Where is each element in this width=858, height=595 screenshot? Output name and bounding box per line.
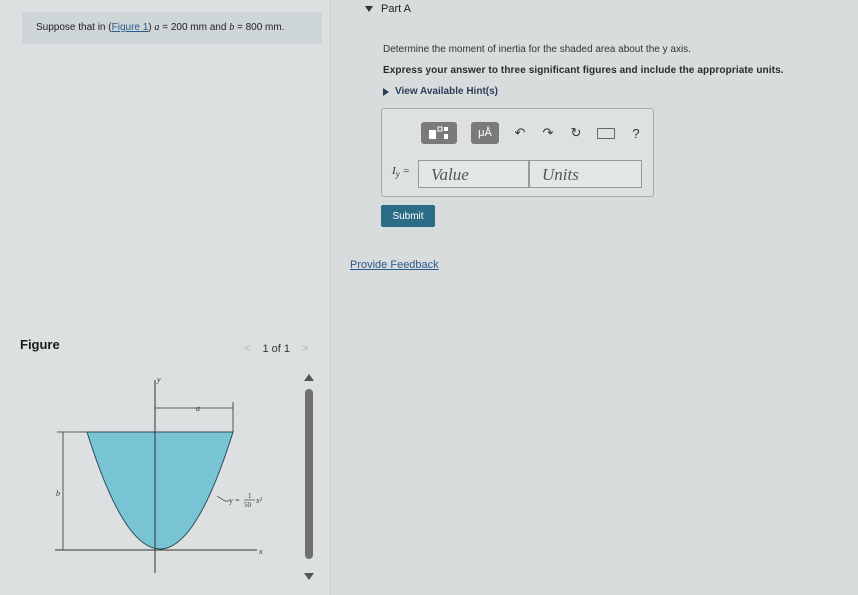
templates-button[interactable]	[421, 122, 457, 144]
figure-scrollbar[interactable]	[302, 374, 316, 580]
undo-icon[interactable]: ↶	[513, 125, 527, 141]
b-value: = 800 mm.	[234, 22, 285, 33]
answer-box: μÅ ↶ ↷ ↻ ? Iy =	[381, 108, 654, 197]
problem-prefix: Suppose that in (	[36, 22, 112, 33]
shaded-area	[86, 431, 234, 550]
label-x: x	[258, 547, 263, 556]
label-y: y	[156, 375, 161, 384]
part-header[interactable]: Part A	[365, 3, 411, 15]
figure-title: Figure	[20, 337, 60, 352]
instruction-text: Express your answer to three significant…	[383, 65, 784, 76]
part-title: Part A	[381, 3, 411, 15]
eq-num: 1	[248, 492, 252, 500]
figure-diagram: y x a b y = 1 50 x²	[55, 375, 263, 573]
label-b: b	[56, 489, 60, 498]
reset-icon[interactable]: ↻	[569, 125, 583, 141]
prev-figure-icon[interactable]: <	[244, 343, 250, 355]
scroll-thumb[interactable]	[305, 389, 313, 559]
figure-pager: < 1 of 1 >	[244, 343, 308, 355]
submit-button[interactable]: Submit	[381, 205, 435, 227]
question-text: Determine the moment of inertia for the …	[383, 44, 691, 55]
answer-toolbar: μÅ ↶ ↷ ↻ ?	[421, 122, 643, 144]
label-a: a	[196, 404, 200, 413]
collapse-icon[interactable]	[365, 6, 373, 12]
scroll-up-icon[interactable]	[304, 374, 314, 381]
a-value: = 200 mm and	[159, 22, 230, 33]
redo-icon[interactable]: ↷	[541, 125, 555, 141]
view-hints-link[interactable]: View Available Hint(s)	[383, 86, 498, 97]
equation-leader	[216, 495, 229, 502]
pager-text: 1 of 1	[262, 343, 290, 355]
problem-statement: Suppose that in (Figure 1) a = 200 mm an…	[22, 12, 322, 44]
next-figure-icon[interactable]: >	[302, 343, 308, 355]
units-input[interactable]	[529, 160, 642, 188]
eq-y: y =	[229, 496, 240, 505]
problem-suffix: )	[148, 22, 152, 33]
figure-link[interactable]: Figure 1	[112, 22, 149, 33]
help-icon[interactable]: ?	[629, 126, 643, 141]
templates-icon	[429, 126, 448, 139]
iy-equals: =	[399, 165, 410, 177]
iy-label: Iy =	[392, 165, 410, 179]
units-symbol-button[interactable]: μÅ	[471, 122, 499, 144]
keyboard-icon[interactable]	[597, 127, 615, 139]
expand-icon	[383, 87, 389, 96]
eq-den: 50	[244, 501, 252, 509]
eq-x2: x²	[255, 496, 263, 505]
value-input[interactable]	[418, 160, 529, 188]
hints-label: View Available Hint(s)	[395, 86, 498, 97]
scroll-down-icon[interactable]	[304, 573, 314, 580]
right-panel: Part A Determine the moment of inertia f…	[331, 0, 858, 595]
left-panel: Suppose that in (Figure 1) a = 200 mm an…	[0, 0, 331, 595]
provide-feedback-link[interactable]: Provide Feedback	[350, 259, 439, 271]
